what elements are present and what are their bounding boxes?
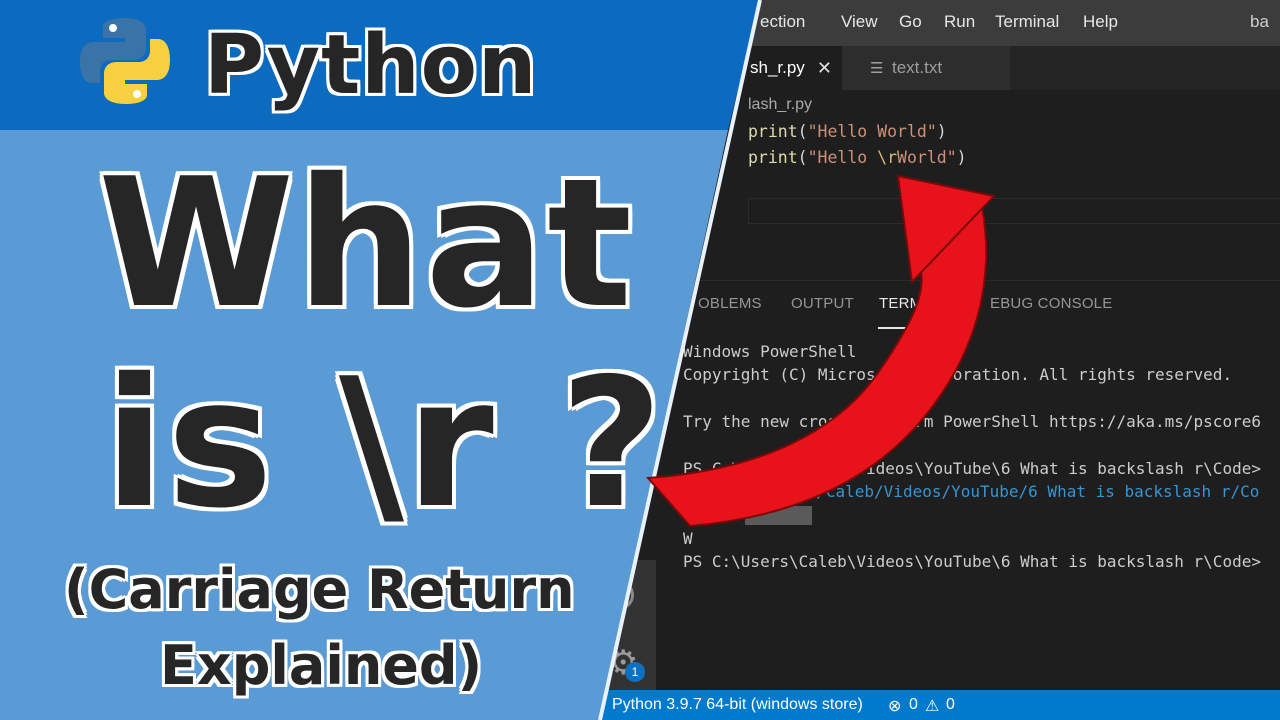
menu-go[interactable]: Go [899, 12, 922, 32]
text-file-icon: ☰ [870, 60, 884, 77]
code-paren: ( [797, 122, 808, 141]
terminal-line: Windows PowerShell [683, 342, 857, 361]
tab-label: text.txt [892, 58, 943, 77]
code-string: "Hello [807, 148, 878, 167]
code-editor[interactable]: lash_r.py print("Hello World") print("He… [0, 90, 1280, 280]
tab-backslash-r-py[interactable]: sh_r.py ✕ [700, 46, 842, 90]
code-line-1: print("Hello World") [748, 122, 947, 141]
active-tab-indicator [878, 327, 958, 329]
code-paren: ) [936, 122, 947, 141]
terminal-selection: xxxxxxx [745, 506, 813, 525]
code-function: print [748, 122, 798, 141]
terminal-path-string: "c:/Users/Caleb/Videos/YouTube/6 What is… [729, 482, 1260, 501]
tab-output[interactable]: OUTPUT [791, 295, 854, 312]
code-line-2: print("Hello \rWorld") [748, 148, 967, 167]
error-count[interactable]: 0 [909, 696, 918, 714]
code-escape-sequence: \r [877, 148, 898, 167]
terminal-line: Copyright (C) Microsoft Corporation. All… [683, 365, 1233, 384]
panel-tab-bar: OBLEMS OUTPUT TERMINAL EBUG CONSOLE [0, 280, 1280, 331]
warning-icon[interactable]: ⚠ [925, 696, 939, 716]
terminal-line: W [683, 529, 693, 548]
vscode-window: ection View Go Run Terminal Help ba sh_r… [0, 0, 1280, 720]
tab-problems[interactable]: OBLEMS [698, 295, 762, 312]
menu-terminal[interactable]: Terminal [995, 12, 1059, 32]
terminal-line: exe "c:/Users/Caleb/Videos/YouTube/6 Wha… [691, 482, 1259, 501]
menu-selection[interactable]: ection [760, 12, 805, 32]
menu-help[interactable]: Help [1083, 12, 1118, 32]
account-icon[interactable] [604, 580, 634, 610]
update-badge: 1 [625, 662, 645, 682]
error-icon[interactable]: ⊗ [888, 696, 901, 716]
tab-label: sh_r.py [750, 58, 805, 77]
status-bar: Python 3.9.7 64-bit (windows store) ⊗ 0 … [0, 690, 1280, 720]
code-paren: ) [956, 148, 967, 167]
terminal-line: PS C:\Users\Caleb\Videos\YouTube\6 What … [683, 552, 1261, 571]
breadcrumb[interactable]: lash_r.py [748, 96, 812, 114]
python-interpreter[interactable]: Python 3.9.7 64-bit (windows store) [612, 696, 863, 714]
current-line-highlight [748, 198, 1280, 224]
terminal-command: exe [691, 482, 720, 501]
menu-bar: ection View Go Run Terminal Help ba [0, 0, 1280, 46]
tab-text-txt[interactable]: ☰ text.txt [842, 46, 1010, 90]
window-title: ba [1250, 12, 1269, 31]
tab-terminal[interactable]: TERMINAL [879, 295, 956, 312]
editor-tab-bar: sh_r.py ✕ ☰ text.txt [0, 46, 1280, 90]
tab-debug-console[interactable]: EBUG CONSOLE [990, 295, 1112, 312]
code-paren: ( [797, 148, 808, 167]
terminal-line: Try the new cross-platform PowerShell ht… [683, 412, 1261, 431]
code-string: "Hello World" [807, 122, 937, 141]
code-function: print [748, 148, 798, 167]
code-string: World" [897, 148, 957, 167]
close-icon[interactable]: ✕ [817, 58, 832, 79]
warning-count[interactable]: 0 [946, 696, 955, 714]
menu-view[interactable]: View [841, 12, 878, 32]
terminal-line: PS C:\Users\Caleb\Videos\YouTube\6 What … [683, 459, 1261, 478]
menu-run[interactable]: Run [944, 12, 975, 32]
